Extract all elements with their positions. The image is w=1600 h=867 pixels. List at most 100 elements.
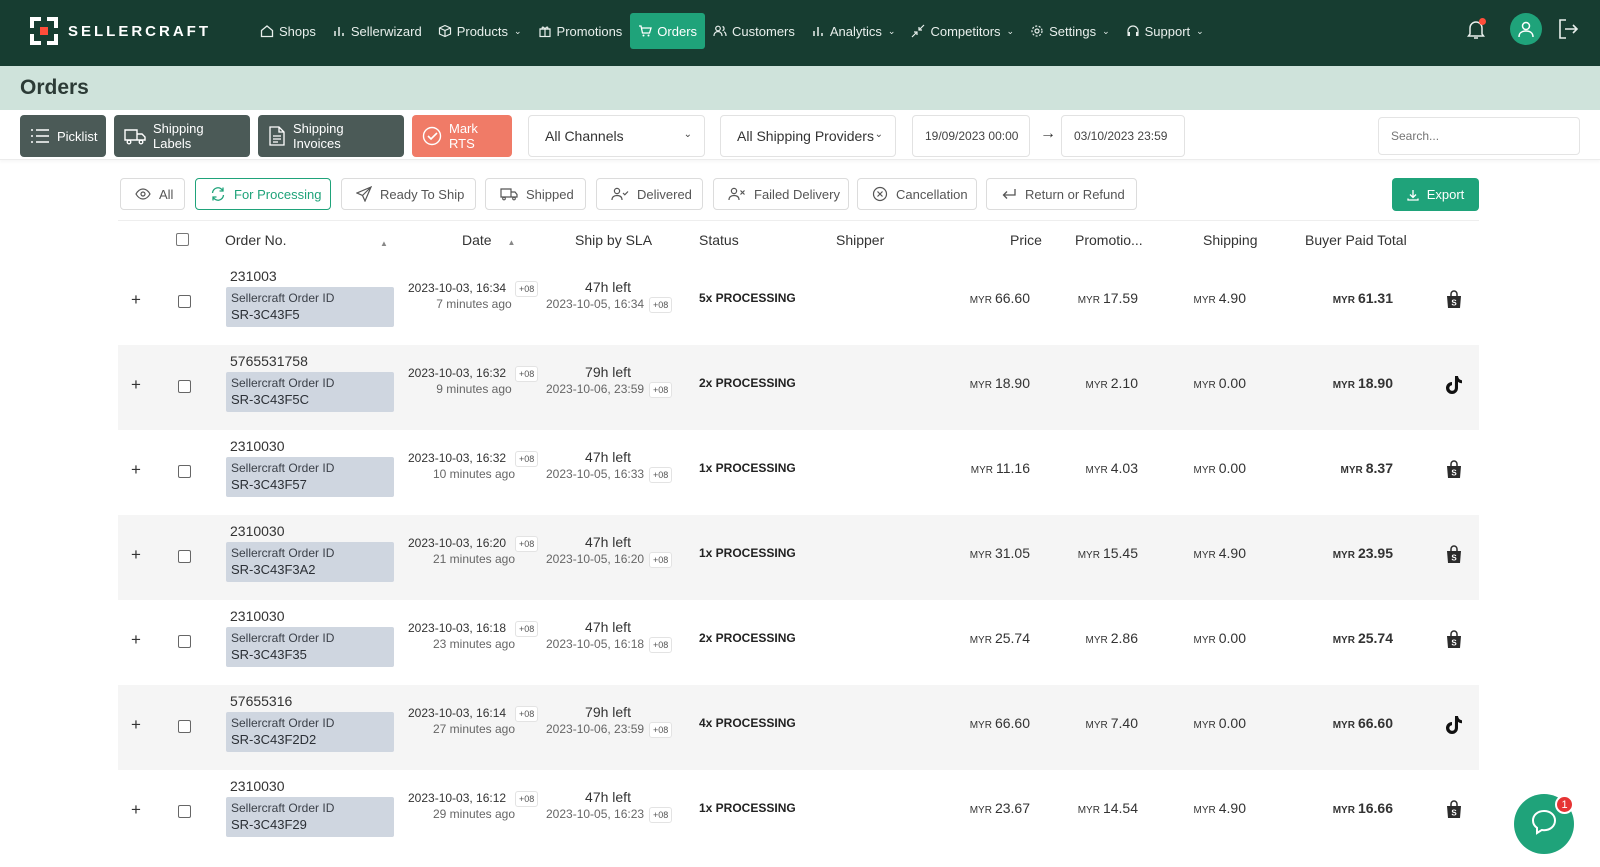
sla-remaining: 47h left: [585, 279, 631, 295]
shipping-labels-button[interactable]: Shipping Labels: [114, 115, 250, 157]
tab-ready-to-ship[interactable]: Ready To Ship: [341, 178, 476, 210]
order-number[interactable]: 2310030: [230, 438, 285, 454]
nav-customers[interactable]: Customers: [705, 13, 803, 49]
row-checkbox[interactable]: [178, 805, 191, 818]
expand-row-icon[interactable]: +: [131, 800, 141, 820]
mark-rts-button[interactable]: Mark RTS: [412, 115, 512, 157]
status-badge: 2x PROCESSING: [699, 376, 796, 390]
nav-shops[interactable]: Shops: [252, 13, 324, 49]
picklist-button[interactable]: Picklist: [20, 115, 106, 157]
search-input[interactable]: [1378, 117, 1580, 155]
tab-delivered[interactable]: Delivered: [596, 178, 703, 210]
tab-return-refund[interactable]: Return or Refund: [986, 178, 1137, 210]
order-number[interactable]: 2310030: [230, 778, 285, 794]
order-ago: 10 minutes ago: [432, 467, 516, 481]
table-row[interactable]: + 2310030 Sellercraft Order ID SR-3C43F35…: [118, 600, 1479, 685]
sellercraft-logo[interactable]: SELLERCRAFT: [28, 15, 211, 47]
promotion-value: MYR 4.03: [1086, 460, 1138, 476]
order-number[interactable]: 5765531758: [230, 353, 308, 369]
shipping-invoices-button[interactable]: Shipping Invoices: [258, 115, 404, 157]
shopee-icon: S: [1445, 630, 1463, 650]
date-to-value: 03/10/2023 23:59: [1074, 129, 1168, 143]
expand-row-icon[interactable]: +: [131, 545, 141, 565]
table-row[interactable]: + 2310030 Sellercraft Order ID SR-3C43F57…: [118, 430, 1479, 515]
avatar[interactable]: [1510, 13, 1542, 45]
col-date[interactable]: Date ▲: [462, 232, 515, 248]
expand-row-icon[interactable]: +: [131, 460, 141, 480]
nav-competitors[interactable]: Competitors ⌄: [903, 13, 1022, 49]
nav-promotions[interactable]: Promotions: [530, 13, 631, 49]
currency-label: MYR: [1193, 380, 1216, 391]
table-row[interactable]: + 5765531758 Sellercraft Order ID SR-3C43…: [118, 345, 1479, 430]
col-status-label: Status: [699, 232, 739, 248]
table-row[interactable]: + 2310030 Sellercraft Order ID SR-3C43F3A…: [118, 515, 1479, 600]
nav-orders[interactable]: Orders: [630, 13, 706, 49]
orders-table-header: Order No. ▲ Date ▲ Ship by SLA Status Sh…: [118, 220, 1479, 260]
row-checkbox[interactable]: [178, 295, 191, 308]
shipping-provider-select[interactable]: All Shipping Providers ⌄: [720, 115, 896, 157]
sellercraft-id-box: Sellercraft Order ID SR-3C43F57: [226, 457, 394, 497]
expand-row-icon[interactable]: +: [131, 630, 141, 650]
logout-icon[interactable]: [1556, 17, 1580, 41]
currency-label: MYR: [1332, 805, 1355, 816]
sort-up-icon[interactable]: ▲: [380, 233, 388, 249]
col-buyer-paid-total: Buyer Paid Total: [1305, 232, 1407, 248]
col-order-no[interactable]: Order No.: [225, 232, 286, 248]
chat-bubble-icon: [1529, 807, 1559, 842]
channel-select[interactable]: All Channels ⌄: [528, 115, 705, 157]
main-nav: Shops Sellerwizard Products ⌄ Promotions…: [252, 13, 1212, 49]
order-number[interactable]: 57655316: [230, 693, 292, 709]
row-checkbox[interactable]: [178, 720, 191, 733]
tab-for-processing[interactable]: For Processing: [195, 178, 331, 210]
row-checkbox[interactable]: [178, 380, 191, 393]
order-number[interactable]: 2310030: [230, 608, 285, 624]
bell-icon[interactable]: [1464, 17, 1488, 41]
nav-sellerwizard[interactable]: Sellerwizard: [324, 13, 430, 49]
table-row[interactable]: + 57655316 Sellercraft Order ID SR-3C43F2…: [118, 685, 1479, 770]
row-checkbox[interactable]: [178, 465, 191, 478]
nav-settings[interactable]: Settings ⌄: [1022, 13, 1118, 49]
currency-label: MYR: [969, 635, 992, 646]
buyer-paid-total-amount: 25.74: [1357, 630, 1393, 646]
sla-date: 2023-10-05, 16:18: [546, 637, 645, 651]
return-arrow-icon: [1001, 187, 1017, 201]
currency-label: MYR: [1085, 635, 1108, 646]
tab-failed-delivery[interactable]: Failed Delivery: [713, 178, 849, 210]
shipping-amount: 0.00: [1218, 460, 1246, 476]
nav-support[interactable]: Support ⌄: [1118, 13, 1212, 49]
order-date: 2023-10-03, 16:18: [408, 621, 507, 635]
order-number[interactable]: 2310030: [230, 523, 285, 539]
select-all-checkbox[interactable]: [176, 233, 189, 246]
currency-label: MYR: [1332, 635, 1355, 646]
date-from-input[interactable]: 19/09/2023 00:00: [912, 115, 1030, 157]
chevron-down-icon: ⌄: [887, 25, 896, 36]
col-promotion-label: Promotio...: [1075, 232, 1143, 248]
tab-shipped[interactable]: Shipped: [485, 178, 586, 210]
tab-cancellation[interactable]: Cancellation: [857, 178, 977, 210]
expand-row-icon[interactable]: +: [131, 375, 141, 395]
nav-analytics[interactable]: Analytics ⌄: [803, 13, 904, 49]
eye-icon: [135, 188, 151, 200]
nav-products[interactable]: Products ⌄: [430, 13, 530, 49]
shipping-amount: 0.00: [1218, 630, 1246, 646]
sc-id-label: Sellercraft Order ID: [231, 376, 335, 390]
buyer-paid-total-value: MYR 66.60: [1333, 715, 1393, 731]
table-row[interactable]: + 231003 Sellercraft Order ID SR-3C43F5 2…: [118, 260, 1479, 345]
buyer-paid-total-amount: 61.31: [1357, 290, 1393, 306]
order-number[interactable]: 231003: [230, 268, 277, 284]
col-ship-by-sla-label: Ship by SLA: [575, 232, 653, 248]
promotion-value: MYR 17.59: [1078, 290, 1138, 306]
buyer-paid-total-value: MYR 25.74: [1333, 630, 1393, 646]
expand-row-icon[interactable]: +: [131, 715, 141, 735]
shipping-labels-label: Shipping Labels: [153, 121, 204, 151]
shipping-value: MYR 0.00: [1194, 375, 1246, 391]
currency-label: MYR: [1332, 550, 1355, 561]
export-button[interactable]: Export: [1392, 178, 1479, 211]
status-badge: 5x PROCESSING: [699, 291, 796, 305]
tab-all[interactable]: All: [120, 178, 185, 210]
date-to-input[interactable]: 03/10/2023 23:59: [1061, 115, 1185, 157]
row-checkbox[interactable]: [178, 550, 191, 563]
expand-row-icon[interactable]: +: [131, 290, 141, 310]
row-checkbox[interactable]: [178, 635, 191, 648]
table-row[interactable]: + 2310030 Sellercraft Order ID SR-3C43F29…: [118, 770, 1479, 855]
